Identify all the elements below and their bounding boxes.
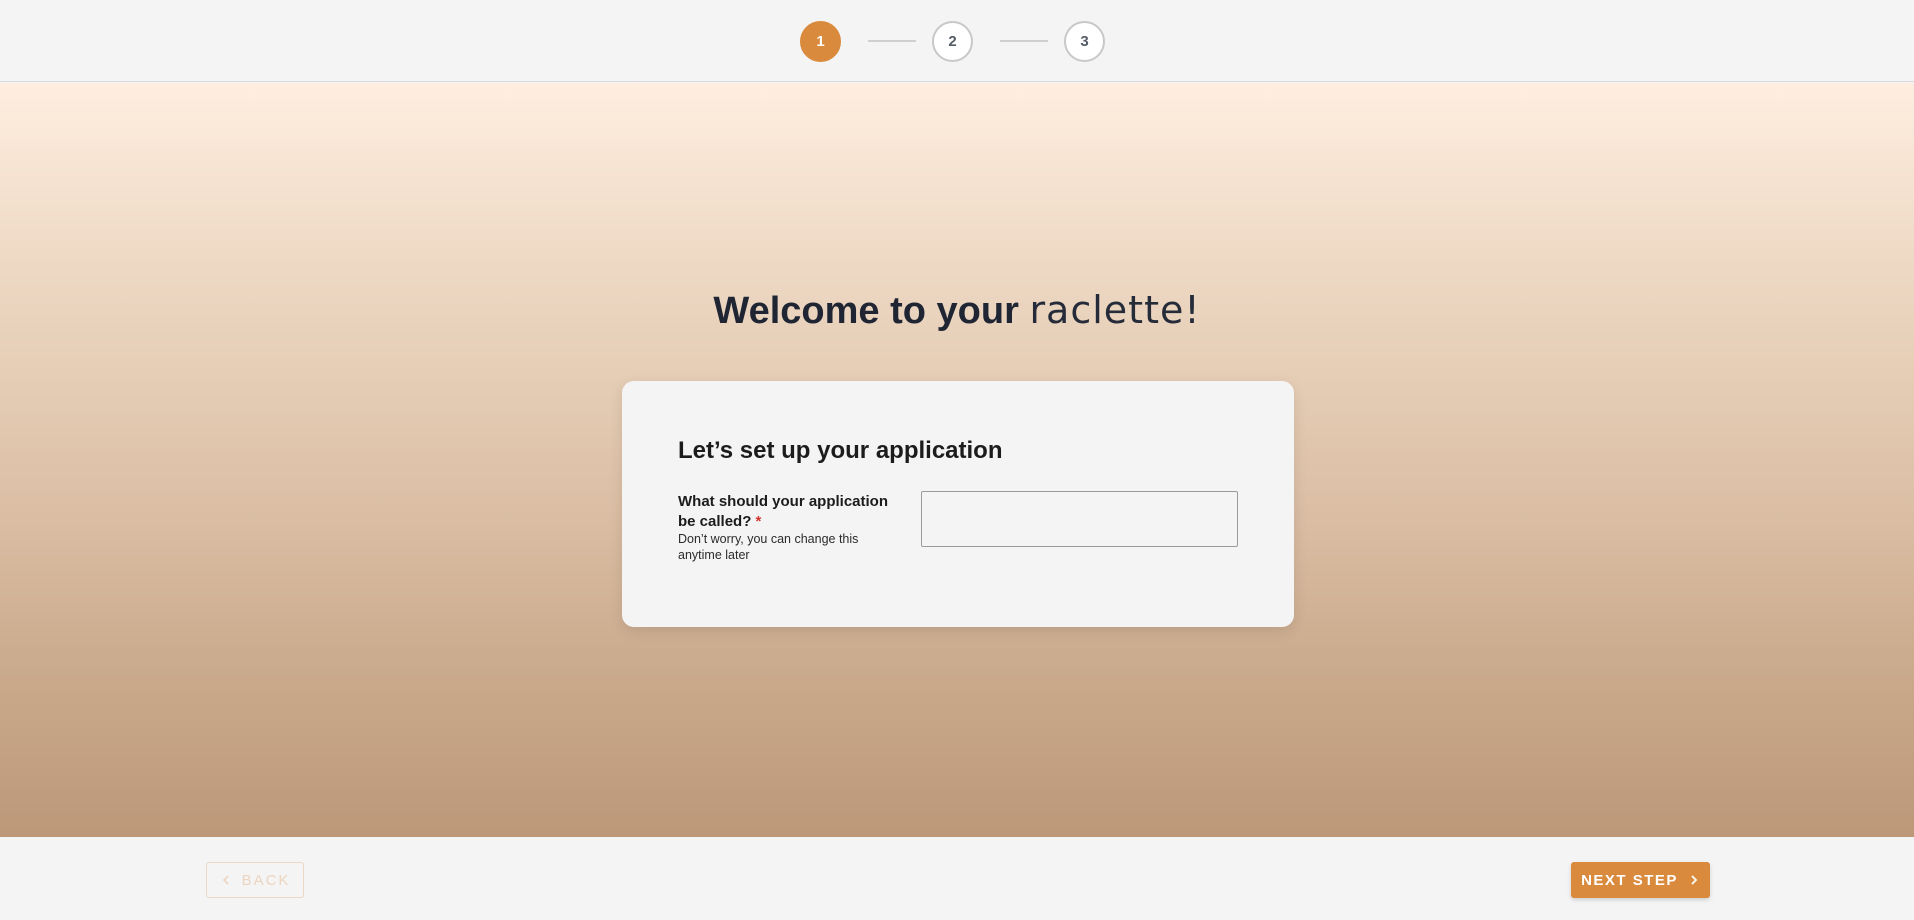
app-name-label: What should your application be called? … xyxy=(678,492,896,532)
next-step-button-label: NEXT STEP xyxy=(1581,871,1678,889)
step-2[interactable]: 2 xyxy=(932,21,973,62)
main-content: Welcome to your raclette! Let’s set up y… xyxy=(0,83,1914,837)
welcome-title: Welcome to your raclette! xyxy=(0,288,1914,333)
back-button[interactable]: BACK xyxy=(206,862,304,898)
step-connector-1 xyxy=(868,40,916,42)
stepper: 1 2 3 xyxy=(0,0,1914,82)
step-2-number: 2 xyxy=(948,33,957,50)
next-step-button[interactable]: NEXT STEP xyxy=(1571,862,1710,898)
app-name-input[interactable] xyxy=(921,491,1238,547)
brand-name: raclette! xyxy=(1029,288,1201,332)
step-1[interactable]: 1 xyxy=(800,21,841,62)
app-name-label-text: What should your application be called? xyxy=(678,493,888,530)
setup-card: Let’s set up your application What shoul… xyxy=(622,381,1294,627)
chevron-right-icon xyxy=(1691,875,1698,885)
card-title: Let’s set up your application xyxy=(678,437,1003,464)
required-mark: * xyxy=(755,513,762,530)
chevron-left-icon xyxy=(222,875,229,885)
footer: BACK NEXT STEP xyxy=(0,837,1914,920)
back-button-label: BACK xyxy=(241,871,291,889)
welcome-prefix: Welcome to your xyxy=(713,290,1030,332)
step-3[interactable]: 3 xyxy=(1064,21,1105,62)
step-3-number: 3 xyxy=(1080,33,1089,50)
step-connector-2 xyxy=(1000,40,1048,42)
step-1-number: 1 xyxy=(816,33,825,50)
app-name-help: Don’t worry, you can change this anytime… xyxy=(678,532,859,562)
